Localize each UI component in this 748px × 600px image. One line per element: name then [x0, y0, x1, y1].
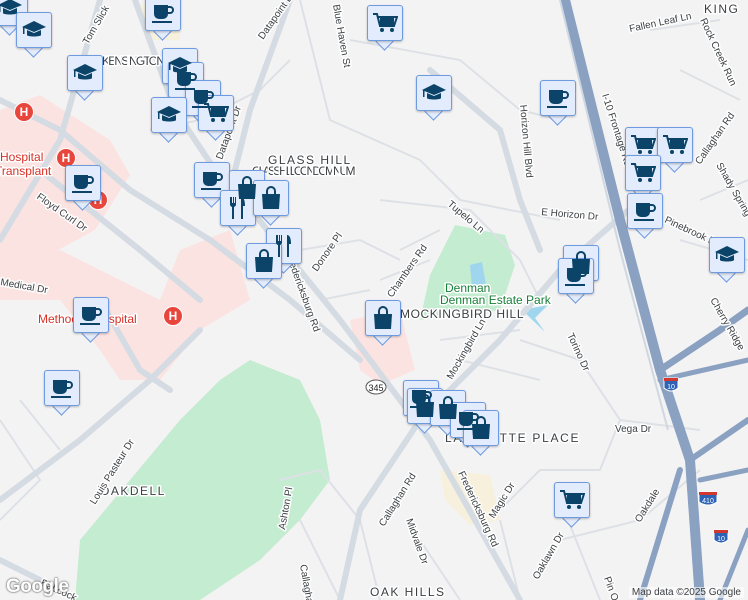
svg-text:Vega Dr: Vega Dr — [615, 424, 652, 435]
shopping-marker[interactable] — [365, 300, 401, 346]
coffee-icon — [65, 165, 101, 201]
park-label: Denman Estate Park — [440, 293, 552, 307]
svg-text:Chambers Rd: Chambers Rd — [385, 243, 429, 300]
coffee-icon — [145, 0, 181, 31]
svg-text:10: 10 — [667, 384, 675, 391]
area-label: MOCKINGBIRD HILL — [400, 307, 525, 321]
svg-text:Rock Creek Run: Rock Creek Run — [697, 17, 738, 88]
svg-text:Torino Dr: Torino Dr — [564, 332, 591, 374]
hospital-label: Transplant — [0, 164, 52, 178]
education-icon — [151, 97, 187, 133]
hospital-marker[interactable]: H — [14, 102, 34, 122]
route-345-shield: 345 — [365, 379, 387, 395]
education-marker[interactable] — [151, 97, 187, 143]
grocery-icon — [554, 482, 590, 518]
shopping-marker[interactable] — [253, 180, 289, 226]
hospital-marker[interactable]: H — [163, 306, 183, 326]
interstate-10-shield: 10 — [713, 529, 729, 544]
coffee-marker[interactable] — [145, 0, 181, 41]
svg-text:Pin Oak: Pin Oak — [601, 575, 624, 600]
grocery-icon — [625, 155, 661, 191]
education-icon — [709, 237, 745, 273]
svg-text:Midvale Dr: Midvale Dr — [403, 517, 430, 566]
education-icon — [67, 55, 103, 91]
grocery-marker[interactable] — [657, 127, 693, 173]
svg-text:Blue Haven St: Blue Haven St — [330, 4, 352, 69]
grocery-icon — [657, 127, 693, 163]
interstate-10-shield: 10 — [663, 377, 679, 392]
coffee-icon — [44, 370, 80, 406]
svg-text:345: 345 — [368, 383, 383, 393]
grocery-marker[interactable] — [198, 95, 234, 141]
coffee-icon — [73, 297, 109, 333]
google-logo: Google — [6, 576, 69, 597]
grocery-icon — [367, 5, 403, 41]
education-marker[interactable] — [709, 237, 745, 283]
svg-text:410: 410 — [702, 498, 714, 505]
svg-text:E Horizon Dr: E Horizon Dr — [541, 207, 600, 223]
area-label: KING — [704, 2, 739, 16]
svg-text:Cherry Ridge: Cherry Ridge — [707, 296, 746, 353]
education-icon — [416, 75, 452, 111]
svg-text:Horizon Hill Blvd: Horizon Hill Blvd — [517, 104, 534, 178]
interstate-410-shield: 410 — [698, 491, 718, 506]
coffee-marker[interactable] — [73, 297, 109, 343]
coffee-icon — [540, 80, 576, 116]
shopping-icon — [253, 180, 289, 216]
area-label: GLASS HILL CONDOMINIUM — [252, 164, 357, 178]
coffee-marker[interactable] — [44, 370, 80, 416]
coffee-marker[interactable] — [65, 165, 101, 211]
education-marker[interactable] — [16, 12, 52, 58]
grocery-marker[interactable] — [554, 482, 590, 528]
grocery-marker[interactable] — [367, 5, 403, 51]
map-attribution[interactable]: Map data ©2025 Google — [628, 587, 744, 598]
svg-text:Oaklawn Dr: Oaklawn Dr — [531, 530, 567, 581]
education-marker[interactable] — [67, 55, 103, 101]
svg-text:Callaghan Rd: Callaghan Rd — [693, 111, 737, 167]
education-marker[interactable] — [416, 75, 452, 121]
area-label: OAK HILLS — [370, 585, 446, 599]
svg-text:Callaghan Rd: Callaghan Rd — [297, 564, 318, 600]
coffee-marker[interactable] — [627, 193, 663, 239]
shopping-icon — [365, 300, 401, 336]
coffee-icon — [627, 193, 663, 229]
hospital-label: Hospital — [0, 150, 43, 164]
coffee-marker[interactable] — [540, 80, 576, 126]
svg-text:10: 10 — [717, 536, 725, 543]
svg-text:Shady Spring: Shady Spring — [713, 161, 748, 219]
svg-text:Donore Pl: Donore Pl — [310, 231, 345, 274]
svg-text:Fallen Leaf Ln: Fallen Leaf Ln — [628, 11, 692, 35]
